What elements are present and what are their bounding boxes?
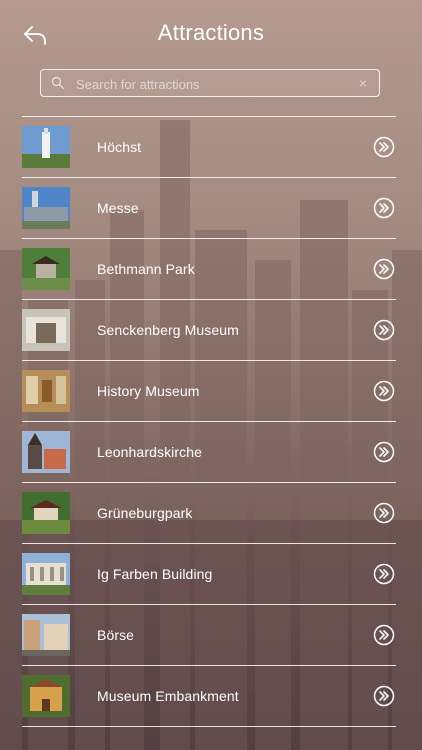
list-item-label: Bethmann Park — [97, 261, 195, 277]
list-item[interactable]: History Museum — [22, 361, 396, 422]
list-item[interactable]: Museum Embankment — [22, 666, 396, 727]
villa-icon — [22, 675, 70, 717]
chevron-right-icon[interactable] — [373, 624, 395, 646]
clear-search-icon[interactable]: × — [359, 75, 367, 91]
street-icon — [22, 614, 70, 656]
list-item[interactable]: Ig Farben Building — [22, 544, 396, 605]
header-bar: Attractions — [0, 0, 422, 68]
list-item-label: Messe — [97, 200, 139, 216]
list-item-label: Senckenberg Museum — [97, 322, 239, 338]
list-item-label: Höchst — [97, 139, 142, 155]
list-item[interactable]: Börse — [22, 605, 396, 666]
hall-icon — [22, 309, 70, 351]
list-item-label: Museum Embankment — [97, 688, 239, 704]
building-icon — [22, 187, 70, 229]
chevron-right-icon[interactable] — [373, 502, 395, 524]
list-item-label: History Museum — [97, 383, 200, 399]
search-icon — [51, 76, 65, 90]
list-item-label: Leonhardskirche — [97, 444, 203, 460]
list-item[interactable]: Höchst — [22, 117, 396, 178]
church-icon — [22, 431, 70, 473]
list-item-label: Grüneburgpark — [97, 505, 193, 521]
pavilion-icon — [22, 492, 70, 534]
page-title: Attractions — [157, 20, 265, 45]
list-item[interactable]: Senckenberg Museum — [22, 300, 396, 361]
search-input[interactable] — [74, 70, 358, 98]
search-bar[interactable]: × — [40, 69, 380, 98]
chevron-right-icon[interactable] — [373, 258, 395, 280]
gallery-icon — [22, 370, 70, 412]
chevron-right-icon[interactable] — [373, 685, 395, 707]
list-item[interactable]: Leonhardskirche — [22, 422, 396, 483]
list-item[interactable]: Bethmann Park — [22, 239, 396, 300]
chevron-right-icon[interactable] — [373, 441, 395, 463]
chevron-right-icon[interactable] — [373, 319, 395, 341]
chevron-right-icon[interactable] — [373, 563, 395, 585]
list-item-label: Börse — [97, 627, 135, 643]
chevron-right-icon[interactable] — [373, 197, 395, 219]
list-item[interactable]: Grüneburgpark — [22, 483, 396, 544]
chevron-right-icon[interactable] — [373, 380, 395, 402]
tower-icon — [22, 126, 70, 168]
facade-icon — [22, 553, 70, 595]
list-item-label: Ig Farben Building — [97, 566, 213, 582]
chevron-right-icon[interactable] — [373, 136, 395, 158]
list-item[interactable]: Messe — [22, 178, 396, 239]
attractions-list: Höchst Messe Bethmann Park Senckenberg Muse… — [22, 116, 396, 727]
pagoda-icon — [22, 248, 70, 290]
